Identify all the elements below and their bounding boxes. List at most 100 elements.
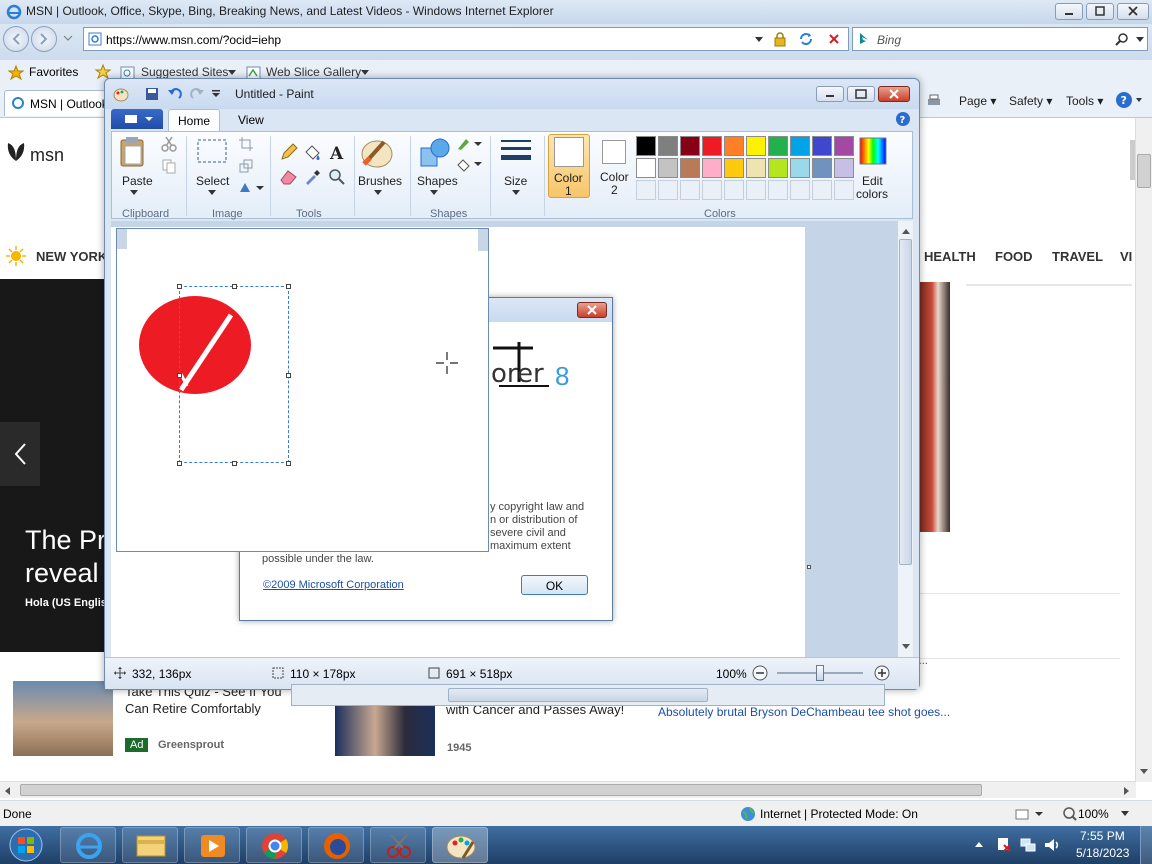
tray-date[interactable]: 5/18/2023	[1076, 846, 1129, 860]
start-button[interactable]	[4, 827, 48, 863]
taskbar-media-player[interactable]	[184, 827, 240, 863]
taskbar-snipping-tool[interactable]	[370, 827, 426, 863]
hero-image-right[interactable]	[920, 282, 950, 532]
brushes-icon[interactable]	[360, 136, 394, 170]
palette-empty-swatch[interactable]	[680, 180, 700, 200]
tray-network-icon[interactable]	[1019, 836, 1037, 854]
paste-dropdown-icon[interactable]	[130, 190, 138, 196]
shapes-button[interactable]: Shapes	[417, 174, 458, 188]
brushes-button[interactable]: Brushes	[358, 174, 402, 188]
ie-minimize-button[interactable]	[1055, 3, 1083, 20]
crop-icon[interactable]	[238, 136, 254, 152]
fill-icon[interactable]	[302, 142, 323, 163]
print-icon[interactable]	[926, 93, 942, 109]
select-button[interactable]: Select	[196, 174, 229, 188]
select-icon[interactable]	[196, 138, 228, 166]
tools-menu[interactable]: Tools ▾	[1066, 94, 1103, 108]
nav-dropdown-icon[interactable]	[63, 34, 73, 42]
taskbar-chrome[interactable]	[246, 827, 302, 863]
tab-home[interactable]: Home	[168, 109, 220, 132]
taskbar-explorer[interactable]	[122, 827, 178, 863]
nav-travel[interactable]: TRAVEL	[1052, 249, 1103, 264]
search-box[interactable]: Bing	[852, 27, 1148, 51]
selection-handle[interactable]	[232, 461, 237, 466]
selection-rectangle[interactable]	[179, 286, 289, 463]
palette-swatch[interactable]	[636, 158, 656, 178]
hero-title-line1[interactable]: The Pr	[25, 524, 106, 557]
tray-time[interactable]: 7:55 PM	[1080, 829, 1125, 843]
msn-logo[interactable]: msn	[30, 145, 64, 166]
carousel-prev-button[interactable]	[0, 422, 40, 486]
card3-link[interactable]: Absolutely brutal Bryson DeChambeau tee …	[658, 705, 950, 719]
shape-fill-icon[interactable]	[456, 156, 482, 172]
palette-empty-swatch[interactable]	[746, 180, 766, 200]
brushes-dropdown-icon[interactable]	[374, 190, 382, 196]
nav-new-york[interactable]: NEW YORK	[36, 249, 107, 264]
outline-icon[interactable]	[456, 136, 482, 152]
ie-maximize-button[interactable]	[1086, 3, 1114, 20]
color2-button[interactable]: Color 2	[594, 134, 636, 198]
size-button[interactable]: Size	[504, 174, 527, 188]
background-scroll-thumb[interactable]	[448, 688, 708, 702]
palette-swatch[interactable]	[812, 136, 832, 156]
zoom-level[interactable]: 100%	[1078, 807, 1109, 821]
dialog-close-button[interactable]	[577, 302, 607, 318]
selection-handle[interactable]	[232, 284, 237, 289]
hscroll-thumb[interactable]	[20, 784, 982, 796]
palette-empty-swatch[interactable]	[702, 180, 722, 200]
palette-swatch[interactable]	[702, 158, 722, 178]
safety-menu[interactable]: Safety ▾	[1009, 94, 1052, 108]
taskbar-firefox[interactable]	[308, 827, 364, 863]
nav-video[interactable]: VI	[1120, 249, 1132, 264]
resize-icon[interactable]	[238, 158, 254, 174]
palette-swatch[interactable]	[680, 136, 700, 156]
selection-handle[interactable]	[286, 373, 291, 378]
palette-empty-swatch[interactable]	[790, 180, 810, 200]
zoom-in-icon[interactable]	[874, 665, 890, 681]
paint-scroll-thumb[interactable]	[899, 239, 912, 565]
tray-volume-icon[interactable]	[1043, 836, 1061, 854]
tray-action-center-icon[interactable]	[995, 836, 1013, 854]
magnifier-icon[interactable]	[326, 166, 347, 187]
selection-handle[interactable]	[177, 461, 182, 466]
palette-swatch[interactable]	[702, 136, 722, 156]
card-image-man[interactable]	[13, 681, 113, 756]
palette-swatch[interactable]	[724, 158, 744, 178]
refresh-icon[interactable]	[798, 31, 814, 47]
copyright-link[interactable]: ©2009 Microsoft Corporation	[263, 579, 404, 591]
nav-food[interactable]: FOOD	[995, 249, 1033, 264]
palette-swatch[interactable]	[680, 158, 700, 178]
edit-colors-line2[interactable]: colors	[856, 187, 888, 201]
copy-icon[interactable]	[161, 158, 177, 174]
size-icon[interactable]	[500, 138, 532, 166]
chevron-down-icon[interactable]	[228, 70, 236, 76]
edit-colors-line1[interactable]: Edit	[862, 174, 883, 188]
palette-swatch[interactable]	[746, 136, 766, 156]
zoom-slider-thumb[interactable]	[816, 665, 824, 681]
size-dropdown-icon[interactable]	[512, 190, 520, 196]
palette-empty-swatch[interactable]	[636, 180, 656, 200]
color-picker-icon[interactable]	[302, 166, 323, 187]
selection-handle[interactable]	[177, 373, 182, 378]
selection-handle[interactable]	[286, 461, 291, 466]
palette-swatch[interactable]	[768, 158, 788, 178]
paint-vertical-scrollbar[interactable]	[897, 221, 913, 657]
taskbar-paint[interactable]	[432, 827, 488, 863]
palette-swatch[interactable]	[790, 136, 810, 156]
eraser-icon[interactable]	[278, 166, 299, 187]
pencil-icon[interactable]	[278, 142, 299, 163]
tray-arrow-icon[interactable]	[974, 840, 984, 848]
scroll-down-icon[interactable]	[901, 643, 911, 651]
quick-access-dropdown-icon[interactable]	[211, 90, 221, 98]
search-icon[interactable]	[1115, 32, 1129, 46]
redo-icon[interactable]	[189, 86, 205, 102]
show-desktop-button[interactable]	[1140, 826, 1152, 864]
palette-swatch[interactable]	[768, 136, 788, 156]
tab-view[interactable]: View	[238, 113, 264, 127]
search-input[interactable]: Bing	[877, 33, 901, 47]
palette-swatch[interactable]	[636, 136, 656, 156]
search-dropdown-icon[interactable]	[1135, 36, 1145, 44]
hero-title-line2[interactable]: reveal	[25, 557, 99, 590]
scroll-right-icon[interactable]	[1122, 786, 1130, 796]
palette-empty-swatch[interactable]	[658, 180, 678, 200]
